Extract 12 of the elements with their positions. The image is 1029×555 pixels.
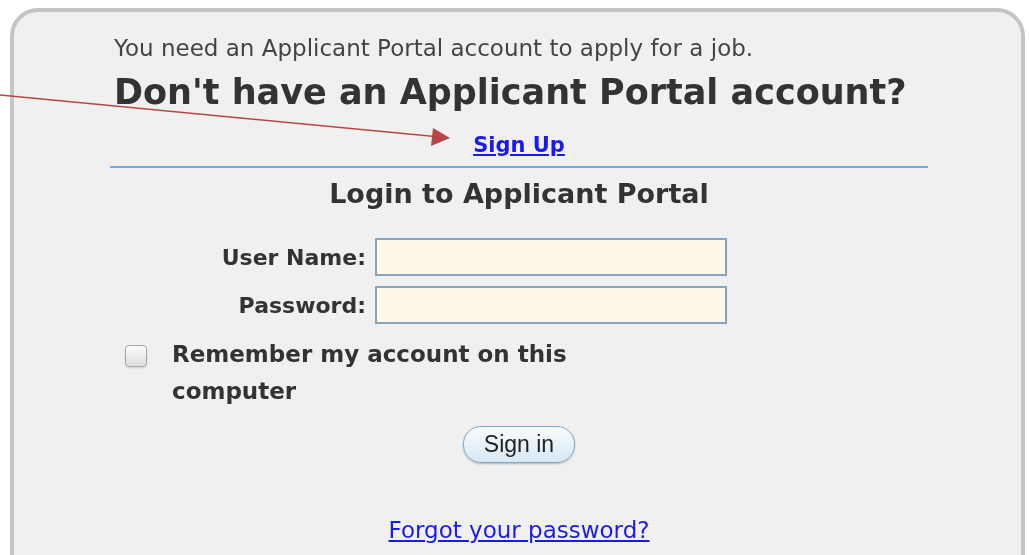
text-field[interactable] [375,238,727,276]
forgot-password-link[interactable]: Forgot your password? [388,517,650,543]
sign-up-link[interactable]: Sign Up [473,132,565,158]
sign-in-button[interactable]: Sign in [462,426,576,463]
field-label: User Name: [221,244,366,270]
text-field[interactable] [375,286,727,324]
field-label: Password: [238,292,366,318]
remember-label: Remember my account on this computer [172,340,568,406]
heading: Don't have an Applicant Portal account? [114,72,907,112]
login-title: Login to Applicant Portal [329,178,709,210]
remember-checkbox[interactable] [125,345,147,367]
intro-text: You need an Applicant Portal account to apply for a job. [114,34,754,62]
